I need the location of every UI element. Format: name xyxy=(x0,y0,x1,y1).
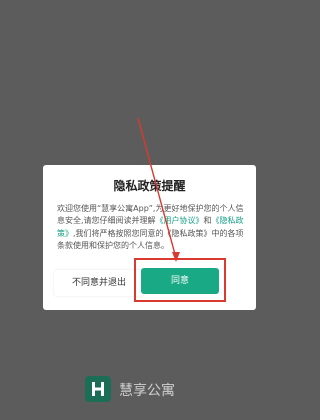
disagree-exit-button[interactable]: 不同意并退出 xyxy=(54,270,144,296)
user-agreement-link[interactable]: 《用户协议》 xyxy=(156,216,204,225)
dialog-body: 欢迎您使用“慧享公寓App”,为更好地保护您的个人信息安全,请您仔细阅读并理解《… xyxy=(57,203,245,252)
annotation-highlight-box xyxy=(134,258,226,302)
and-text: 和 xyxy=(203,216,212,226)
brand-name: 慧享公寓 xyxy=(119,383,175,399)
body-outro: ,我们将严格按照您同意的《隐私政策》中的各项条款使用和保护您的个人信息。 xyxy=(57,228,244,250)
dialog-title: 隐私政策提醒 xyxy=(113,179,186,193)
h-logo-icon xyxy=(85,376,111,402)
